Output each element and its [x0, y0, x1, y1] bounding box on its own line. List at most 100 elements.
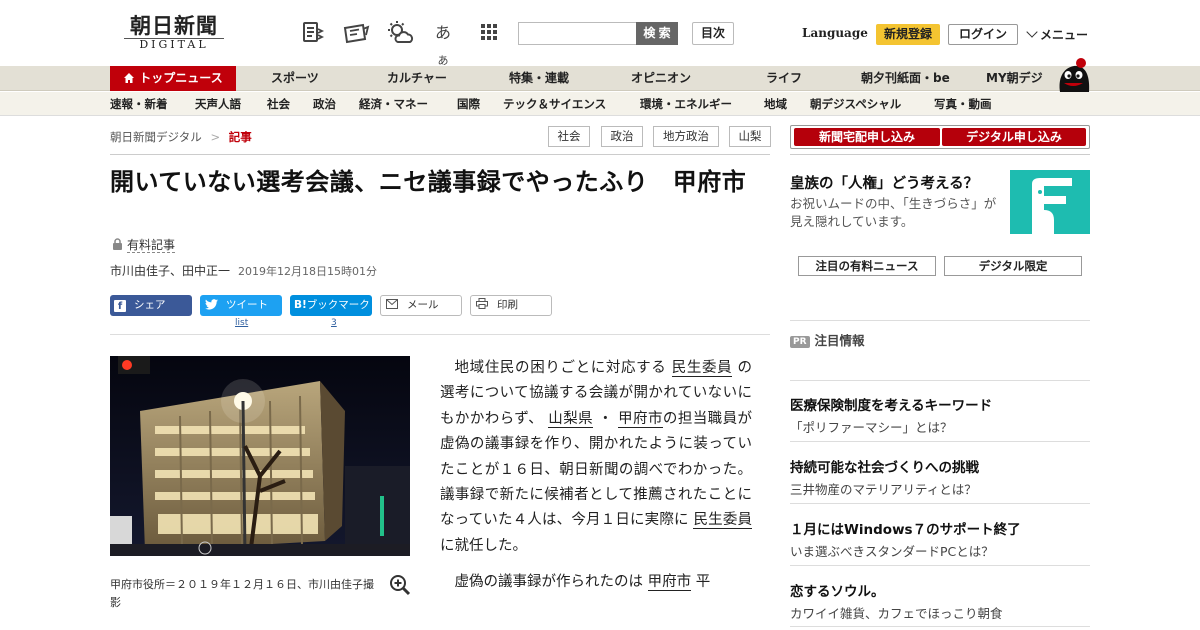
subnav-item-tensei-jingo[interactable]: 天声人語: [195, 92, 241, 116]
keyword-link-kofu[interactable]: 甲府市: [618, 410, 663, 428]
pr-item-title[interactable]: 持続可能な社会づくりへの挑戦: [790, 456, 979, 476]
gnav-item-top-news[interactable]: トップニュース: [110, 66, 236, 91]
tag-politics[interactable]: 政治: [601, 126, 643, 147]
newspaper-delivery-button[interactable]: 新聞宅配申し込み: [794, 128, 940, 146]
print-label: 印刷: [497, 299, 518, 311]
pr-item-subtitle[interactable]: カワイイ雑貨、カフェでほっこり朝食: [790, 603, 1003, 622]
tag-society[interactable]: 社会: [548, 126, 590, 147]
tag-local-politics[interactable]: 地方政治: [653, 126, 719, 147]
gnav-label: トップニュース: [139, 71, 223, 85]
language-link[interactable]: Language: [802, 26, 868, 40]
tab-paid-news[interactable]: 注目の有料ニュース: [798, 256, 936, 276]
divider: [790, 626, 1090, 627]
facebook-share-label: シェア: [134, 299, 166, 311]
article-paragraph: 地域住民の困りごとに対応する 民生委員 の選考について協議する会議が開かれていな…: [440, 356, 752, 559]
search-button[interactable]: 検 索: [636, 22, 678, 45]
pr-item-subtitle[interactable]: いま選ぶべきスタンダードPCとは？: [790, 541, 994, 560]
menu-button[interactable]: メニュー: [1026, 26, 1089, 43]
promo-title[interactable]: 皇族の「人権」どう考える？: [790, 172, 1002, 193]
subnav-item-latest[interactable]: 速報・新着: [110, 92, 168, 116]
article-title: 開いていない選考会議、ニセ議事録でやったふり 甲府市: [110, 168, 747, 196]
article-body: 地域住民の困りごとに対応する 民生委員 の選考について協議する会議が開かれていな…: [440, 356, 752, 607]
mascot-icon[interactable]: [1056, 58, 1092, 92]
keyword-link-minsei-iin-2[interactable]: 民生委員: [693, 512, 752, 530]
divider: [790, 503, 1090, 504]
keyword-link-yamanashi[interactable]: 山梨県: [548, 410, 594, 428]
pr-item-subtitle[interactable]: 「ポリファーマシー」とは？: [790, 417, 953, 436]
subnav-item-international[interactable]: 国際: [457, 92, 480, 116]
twitter-count[interactable]: list: [235, 318, 248, 328]
hatena-count[interactable]: 3: [331, 318, 337, 328]
subnav-item-economy[interactable]: 経済・マネー: [359, 92, 428, 116]
pr-section-heading: PR 注目情報: [790, 330, 865, 349]
tab-digital-only[interactable]: デジタル限定: [944, 256, 1082, 276]
newspaper-icon[interactable]: [342, 20, 370, 46]
subnav-item-society[interactable]: 社会: [267, 92, 290, 116]
body-text: ・: [598, 410, 614, 427]
tag-yamanashi[interactable]: 山梨: [729, 126, 771, 147]
keyword-link-minsei-iin[interactable]: 民生委員: [671, 360, 733, 377]
twitter-tweet-button[interactable]: ツイート: [200, 295, 282, 316]
subnav-item-special[interactable]: 朝デジスペシャル: [810, 92, 901, 116]
app-grid-icon[interactable]: [476, 20, 502, 46]
menu-label: メニュー: [1040, 28, 1089, 42]
register-button[interactable]: 新規登録: [876, 24, 940, 45]
article-paragraph: 虚偽の議事録が作られたのは 甲府市 平: [440, 570, 752, 595]
keyword-link-kofu-2[interactable]: 甲府市: [647, 574, 692, 592]
login-button[interactable]: ログイン: [948, 24, 1018, 45]
subnav-item-photo-video[interactable]: 写真・動画: [934, 92, 992, 116]
breadcrumb-home[interactable]: 朝日新聞デジタル: [110, 130, 202, 144]
site-logo[interactable]: 朝日新聞 DIGITAL: [118, 14, 230, 54]
divider: [790, 154, 1090, 155]
pr-item-title[interactable]: 恋するソウル。: [790, 580, 885, 600]
breadcrumb-separator: >: [210, 130, 221, 144]
promo-image[interactable]: [1010, 170, 1090, 234]
article-photo[interactable]: [110, 356, 410, 556]
home-icon: [123, 68, 135, 93]
gnav-item-culture[interactable]: カルチャー: [387, 66, 447, 91]
gnav-item-paper[interactable]: 朝夕刊紙面・be: [861, 66, 950, 91]
gnav-item-sports[interactable]: スポーツ: [271, 66, 319, 91]
zoom-icon[interactable]: [389, 574, 411, 596]
news-list-icon[interactable]: [300, 20, 326, 46]
pr-item-title[interactable]: 医療保険制度を考えるキーワード: [790, 394, 992, 414]
weather-icon[interactable]: [386, 20, 414, 46]
photo-caption: 甲府市役所＝２０１９年１２月１６日、市川由佳子撮影: [110, 578, 374, 609]
body-text: 地域住民の困りごとに対応する: [454, 360, 667, 376]
breadcrumb-current: 記事: [228, 130, 252, 144]
paid-article-label[interactable]: 有料記事: [112, 236, 176, 253]
subnav-item-region[interactable]: 地域: [764, 92, 787, 116]
pr-item-title[interactable]: １月にはWindows７のサポート終了: [790, 518, 1021, 538]
body-text: の担当職員が虚偽の議事録を作り、開かれたように装っていたことが１６日、朝日新聞の…: [440, 410, 753, 529]
divider: [790, 441, 1090, 442]
breadcrumb: 朝日新聞デジタル > 記事: [110, 129, 252, 145]
digital-subscription-button[interactable]: デジタル申し込み: [942, 128, 1086, 146]
search-input[interactable]: [518, 22, 636, 45]
printer-icon: [475, 297, 489, 316]
hatena-bookmark-button[interactable]: B!ブックマーク: [290, 295, 372, 316]
divider: [790, 320, 1090, 321]
promo-text[interactable]: お祝いムードの中、「生きづらさ」が見え隠れしています。: [790, 195, 998, 231]
print-button[interactable]: 印刷: [470, 295, 552, 316]
site-header: 朝日新聞 DIGITAL ああ 検 索 目次 Language 新規登録 ログイ…: [0, 0, 1200, 67]
facebook-share-button[interactable]: f シェア: [110, 295, 192, 316]
mail-share-button[interactable]: メール: [380, 295, 462, 316]
publish-date: 2019年12月18日15時01分: [238, 265, 377, 278]
hatena-bookmark-label: ブックマーク: [306, 299, 370, 311]
font-size-large-glyph: あ: [434, 23, 451, 42]
subnav-item-environment[interactable]: 環境・エネルギー: [640, 92, 732, 116]
gnav-item-features[interactable]: 特集・連載: [509, 66, 569, 91]
subnav-item-tech-science[interactable]: テック＆サイエンス: [503, 92, 606, 116]
gnav-item-opinion[interactable]: オピニオン: [631, 66, 691, 91]
subnav-item-politics[interactable]: 政治: [313, 92, 336, 116]
mail-label: メール: [407, 299, 439, 311]
subscription-buttons: 新聞宅配申し込み デジタル申し込み: [790, 125, 1090, 149]
gnav-item-life[interactable]: ライフ: [766, 66, 802, 91]
mail-icon: [385, 297, 399, 316]
font-size-icon[interactable]: ああ: [430, 20, 456, 67]
gnav-item-my-asadigi[interactable]: MY朝デジ: [986, 66, 1043, 91]
toc-button[interactable]: 目次: [692, 22, 734, 45]
twitter-tweet-label: ツイート: [226, 299, 268, 311]
pr-item-subtitle[interactable]: 三井物産のマテリアリティとは？: [790, 479, 977, 498]
paid-article-text: 有料記事: [127, 238, 176, 253]
